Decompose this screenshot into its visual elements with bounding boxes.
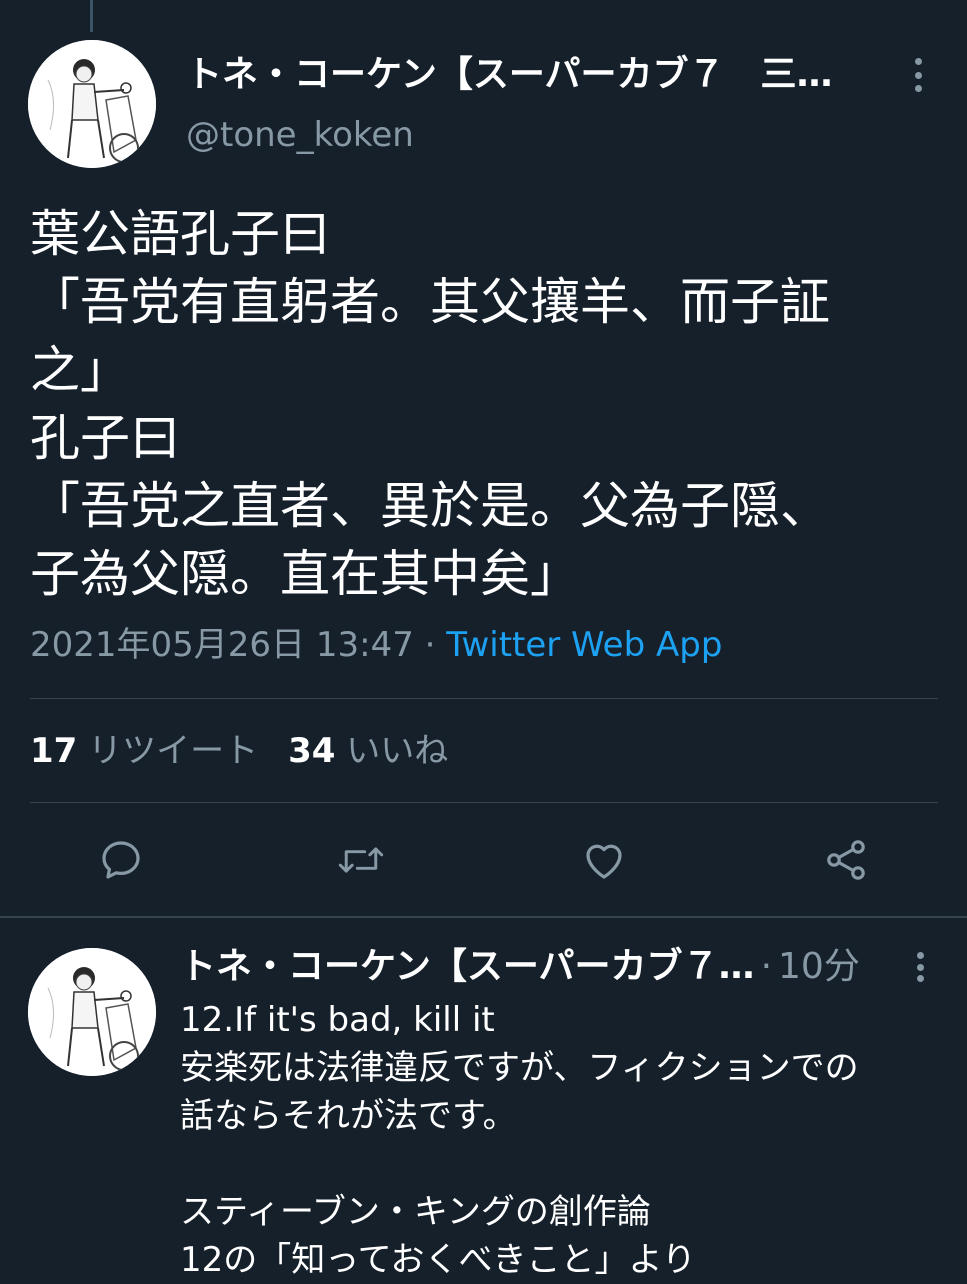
display-name[interactable]: トネ・コーケン【スーパーカブ７ 三… [186,52,866,98]
like-icon [586,844,622,879]
tweet-source-link[interactable]: Twitter Web App [446,625,722,665]
reply-header: トネ・コーケン【スーパーカブ７… · 10分 [180,944,900,990]
retweet-stat[interactable]: 17 リツイート [30,731,258,771]
tweet-meta: 2021年05月26日 13:47 · Twitter Web App [30,620,722,670]
more-options-icon[interactable] [912,58,924,92]
reply-text-line [180,1140,950,1188]
reply-display-name[interactable]: トネ・コーケン【スーパーカブ７… [180,944,755,990]
like-count: 34 [288,731,336,771]
avatar[interactable] [28,40,156,168]
reply-text-line: スティーブン・キングの創作論 [180,1192,651,1232]
retweet-button[interactable] [337,836,385,884]
divider [30,802,938,803]
main-tweet: トネ・コーケン【スーパーカブ７ 三… @tone_koken 葉公語孔子曰 「吾… [0,0,967,916]
user-handle[interactable]: @tone_koken [186,112,414,158]
tweet-text-line: 子為父隠。直在其中矣」 [30,545,580,603]
reply-text-line: 12の「知っておくべきこと」より [180,1240,696,1280]
avatar[interactable] [28,948,156,1076]
avatar-illustration [28,40,156,168]
engagement-stats: 17 リツイート 34 いいね [30,726,448,776]
avatar-illustration [28,948,156,1076]
share-button[interactable] [822,836,870,884]
like-button[interactable] [580,836,628,884]
reply-text: 12.If it's bad, kill it 安楽死は法律違反ですが、フィクシ… [180,996,950,1284]
reply-text-line: 12.If it's bad, kill it [180,1000,495,1040]
more-options-icon[interactable] [914,952,926,982]
tweet-text-line: 葉公語孔子曰 [30,205,330,263]
tweet-text-line: 孔子曰 [30,409,180,467]
tweet-timestamp[interactable]: 2021年05月26日 13:47 [30,625,414,665]
like-stat[interactable]: 34 いいね [288,731,448,771]
reply-tweet[interactable]: トネ・コーケン【スーパーカブ７… · 10分 12.If it's bad, k… [0,918,967,1280]
retweet-icon [338,847,384,873]
retweet-label: リツイート [88,731,259,771]
meta-separator: · [413,625,447,665]
like-label: いいね [346,731,449,771]
reply-icon [102,841,140,879]
tweet-text: 葉公語孔子曰 「吾党有直躬者。其父攘羊、而子証 之」 孔子曰 「吾党之直者、異於… [30,200,940,608]
meta-separator: · [760,946,773,987]
reply-button[interactable] [97,836,145,884]
reply-text-line: 話ならそれが法です。 [180,1096,517,1136]
retweet-count: 17 [30,731,78,771]
tweet-text-line: 「吾党之直者、異於是。父為子隠、 [30,477,830,535]
tweet-text-line: 之」 [30,341,130,399]
share-icon [827,840,865,880]
reply-text-line: 安楽死は法律違反ですが、フィクションでの [180,1048,859,1088]
reply-timestamp[interactable]: 10分 [778,944,860,990]
tweet-text-line: 「吾党有直躬者。其父攘羊、而子証 [30,273,830,331]
divider [30,698,938,699]
